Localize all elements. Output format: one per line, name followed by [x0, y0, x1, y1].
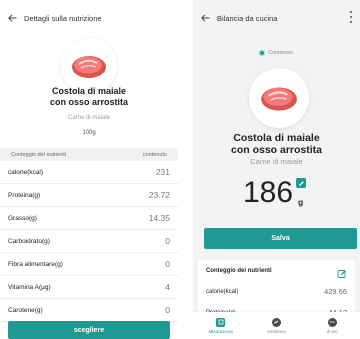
table-row: Carotene(g) 0: [0, 299, 178, 322]
weight-display: 186 g: [193, 178, 360, 208]
food-name: Costola di maiale con osso arrostita: [49, 86, 129, 107]
table-row: Fibra alimentare(g) 0: [0, 253, 178, 276]
nutrient-table: calorie(kcal) 231 Proteina(g) 23.72 Grasso…: [0, 161, 178, 322]
food-image: [249, 68, 309, 128]
table-row: Vitamina A(μg) 4: [0, 276, 178, 299]
trend-icon: [271, 317, 281, 327]
bottom-nav: Misurazione tendenza di più: [193, 312, 360, 339]
connected-dot-icon: [260, 51, 265, 55]
table-row: Carboidrato(g) 0: [0, 230, 178, 253]
save-button[interactable]: Salva: [204, 228, 357, 249]
connection-status: Connesso: [193, 50, 360, 56]
top-bar: Dettagli sulla nutrizione: [0, 0, 178, 36]
table-row: calorie(kcal) 231: [0, 161, 178, 184]
edit-icon[interactable]: [337, 266, 347, 278]
page-title: Bilancia da cucina: [217, 13, 278, 23]
food-name: Costola di maiale con osso arrostita: [230, 132, 323, 156]
pork-rib-icon: [261, 87, 297, 111]
table-row: Proteina(g) 23.72: [0, 184, 178, 207]
choose-button[interactable]: scegliere: [8, 321, 170, 339]
weight-value: 186: [242, 176, 294, 209]
food-category: Carne di maiale: [67, 115, 111, 121]
food-category: Carne di maiale: [250, 157, 303, 166]
edit-weight-icon[interactable]: [296, 178, 307, 188]
nav-measurement[interactable]: Misurazione: [196, 317, 246, 334]
table-row: Grasso(g) 14.35: [0, 207, 178, 230]
table-header: Conteggio dei nutrienti contenuto: [0, 148, 178, 161]
scale-icon: [216, 317, 226, 327]
top-bar: Bilancia da cucina: [193, 0, 360, 36]
more-icon: [327, 317, 337, 327]
column-content: contenuto: [142, 151, 167, 158]
column-nutrient: Conteggio dei nutrienti: [11, 151, 67, 158]
card-title: Conteggio dei nutrienti: [206, 268, 272, 274]
food-weight: 100g: [82, 130, 96, 136]
pork-rib-icon: [72, 56, 106, 78]
list-item: calorie(kcal) 429.66: [206, 287, 347, 296]
page-title: Dettagli sulla nutrizione: [24, 13, 102, 23]
more-options-icon[interactable]: [348, 11, 354, 23]
nav-more[interactable]: di più: [307, 317, 357, 334]
weight-unit: g: [298, 197, 304, 207]
back-arrow-icon[interactable]: [6, 12, 18, 24]
kitchen-scale-screen: Bilancia da cucina Connesso Costola di m…: [193, 0, 360, 339]
nutrition-details-screen: Dettagli sulla nutrizione Costola di mai…: [0, 0, 178, 339]
back-arrow-icon[interactable]: [199, 12, 211, 24]
nav-trend[interactable]: tendenza: [251, 317, 301, 334]
